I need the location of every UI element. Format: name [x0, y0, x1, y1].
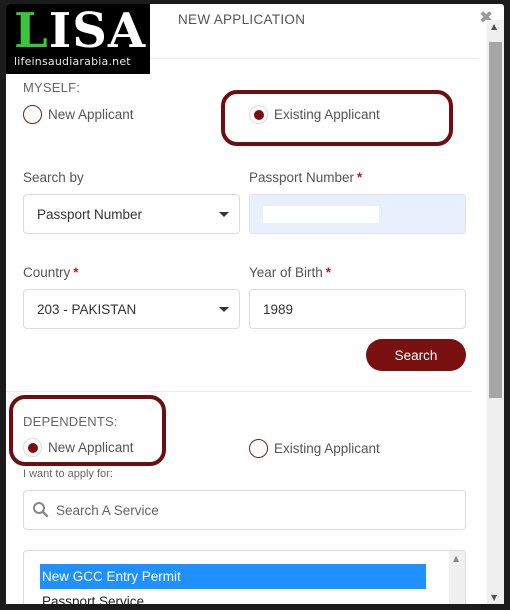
year-of-birth-value: 1989 — [263, 301, 294, 317]
required-asterisk: * — [73, 265, 79, 280]
logo-subtitle: lifeinsaudiarabia.net — [14, 55, 131, 68]
search-by-select[interactable]: Passport Number — [23, 194, 240, 234]
myself-new-applicant-radio[interactable]: New Applicant — [23, 105, 134, 124]
modal-scrollbar[interactable]: ▲ ▼ — [487, 20, 504, 604]
new-application-modal: LISA lifeinsaudiarabia.net NEW APPLICATI… — [6, 4, 504, 604]
search-icon — [32, 501, 50, 519]
year-of-birth-label-text: Year of Birth — [249, 265, 323, 280]
country-label: Country * — [23, 265, 79, 280]
redacted-value — [263, 205, 379, 223]
radio-unchecked-icon — [249, 439, 268, 458]
radio-checked-icon — [249, 105, 268, 124]
dependents-existing-applicant-radio[interactable]: Existing Applicant — [249, 439, 380, 458]
service-listbox[interactable]: New GCC Entry Permit Passport Service ▲ — [23, 550, 466, 604]
country-value: 203 - PAKISTAN — [37, 301, 137, 317]
chevron-down-icon — [219, 212, 229, 217]
listbox-scrollbar[interactable]: ▲ — [449, 551, 465, 604]
apply-for-label: I want to apply for: — [23, 468, 113, 480]
scroll-thumb[interactable] — [489, 42, 502, 398]
search-by-value: Passport Number — [37, 206, 143, 222]
service-search-input[interactable]: Search A Service — [23, 490, 466, 530]
dependents-new-applicant-radio[interactable]: New Applicant — [23, 438, 134, 457]
myself-label: MYSELF: — [23, 80, 81, 95]
required-asterisk: * — [325, 265, 332, 280]
radio-label: Existing Applicant — [274, 441, 380, 456]
logo-letter-l: L — [14, 4, 49, 59]
radio-label: New Applicant — [48, 440, 134, 455]
year-of-birth-input[interactable]: 1989 — [249, 289, 466, 329]
passport-number-input[interactable] — [249, 194, 466, 234]
myself-existing-applicant-radio[interactable]: Existing Applicant — [249, 105, 380, 124]
radio-unchecked-icon — [23, 105, 42, 124]
dependents-label: DEPENDENTS: — [23, 414, 118, 429]
logo-text: LISA — [14, 6, 146, 56]
radio-checked-icon — [23, 438, 42, 457]
country-select[interactable]: 203 - PAKISTAN — [23, 289, 240, 329]
radio-label: Existing Applicant — [274, 107, 380, 122]
service-option[interactable]: Passport Service — [40, 589, 426, 604]
country-label-text: Country — [23, 265, 71, 280]
passport-number-label: Passport Number * — [249, 170, 362, 185]
year-of-birth-label: Year of Birth * — [249, 265, 331, 280]
radio-label: New Applicant — [48, 107, 134, 122]
scroll-up-arrow-icon[interactable]: ▲ — [453, 554, 459, 563]
section-divider — [6, 391, 472, 392]
required-asterisk: * — [357, 170, 363, 185]
search-by-label: Search by — [23, 170, 84, 185]
service-option[interactable]: New GCC Entry Permit — [40, 564, 426, 589]
chevron-down-icon — [219, 307, 229, 312]
scroll-down-arrow-icon[interactable]: ▼ — [491, 593, 497, 602]
modal-title: NEW APPLICATION — [178, 12, 306, 27]
search-button[interactable]: Search — [366, 339, 466, 371]
passport-number-label-text: Passport Number — [249, 170, 355, 185]
scroll-up-arrow-icon[interactable]: ▲ — [491, 22, 497, 31]
logo-letters-isa: ISA — [48, 4, 147, 59]
watermark-logo: LISA lifeinsaudiarabia.net — [6, 4, 150, 74]
service-search-placeholder: Search A Service — [56, 502, 159, 518]
